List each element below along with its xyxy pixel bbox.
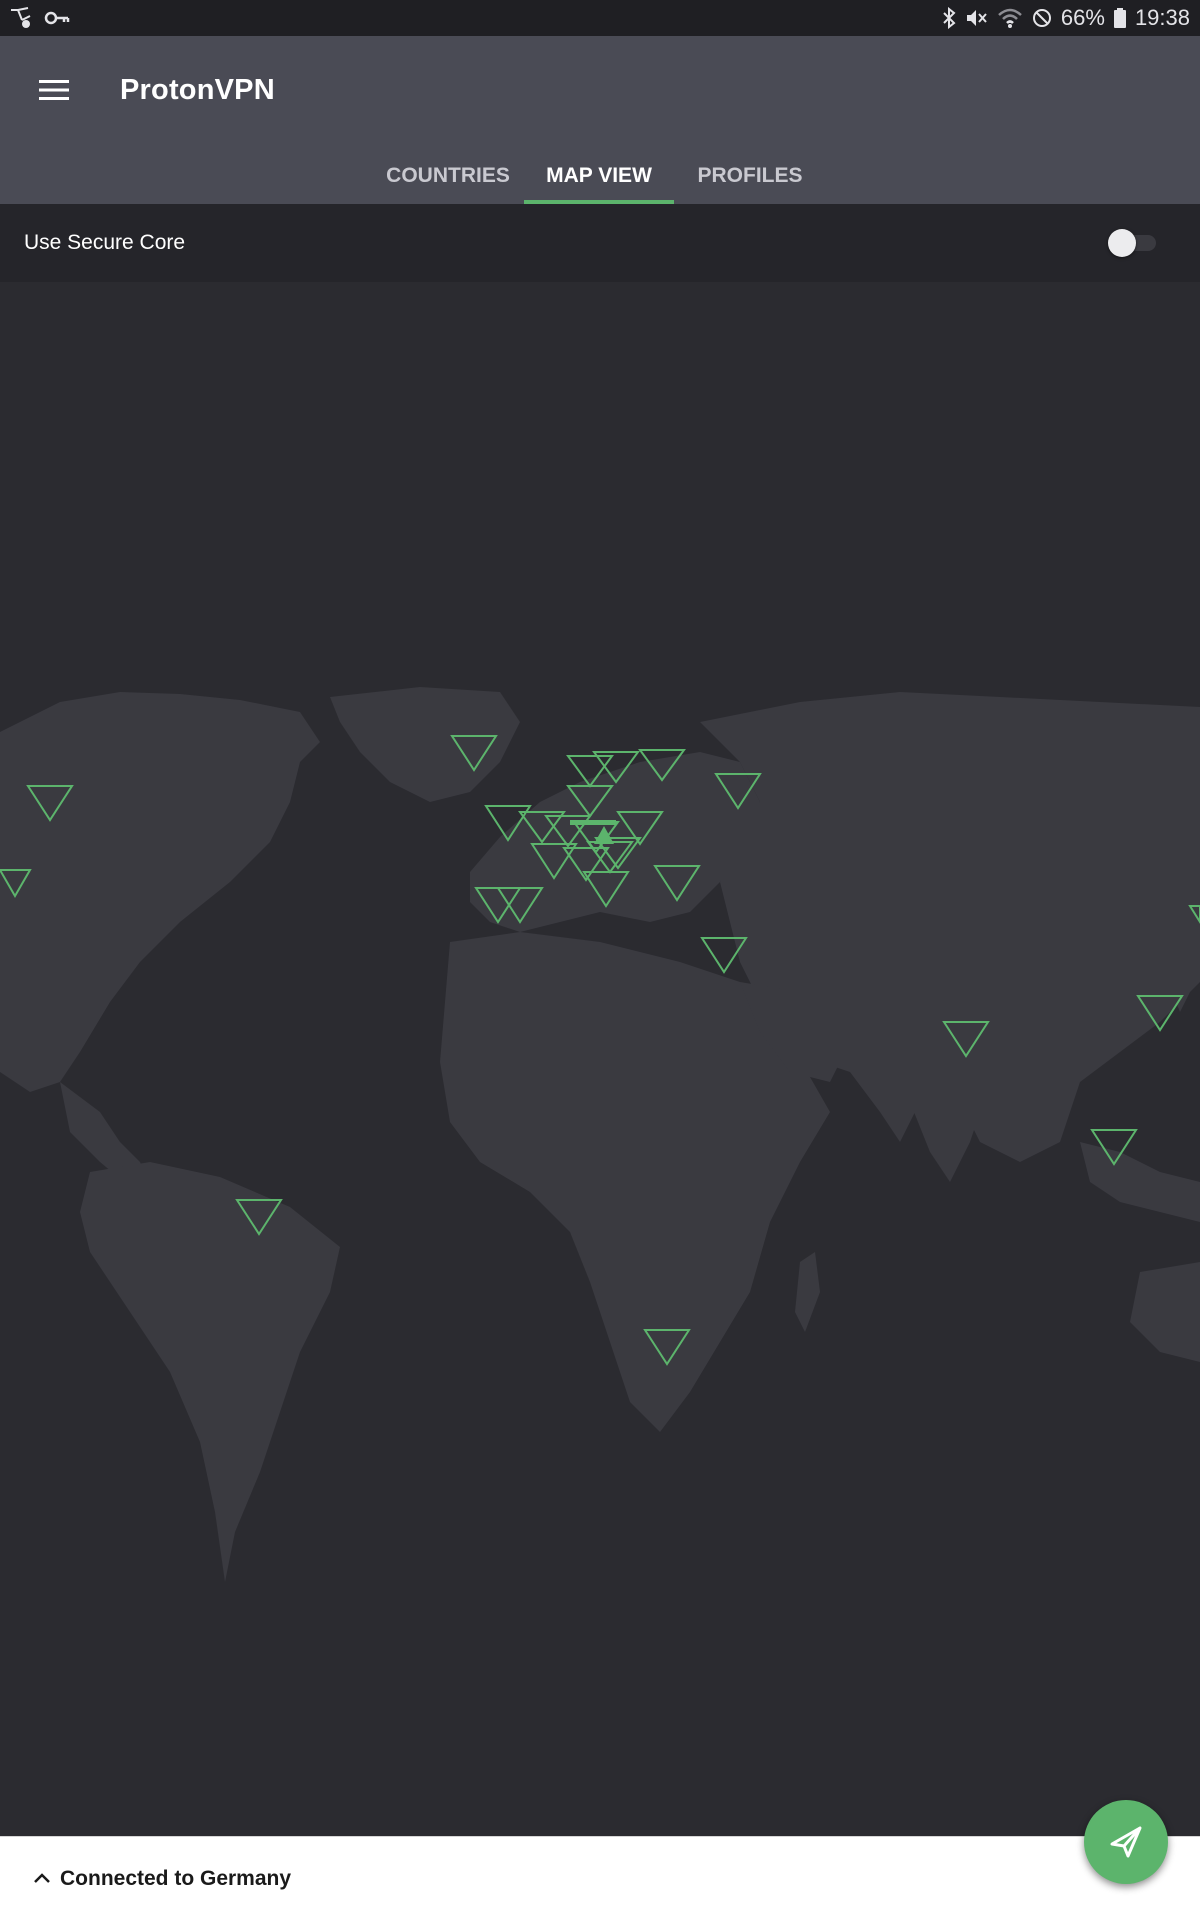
status-left-icons: [8, 4, 70, 32]
world-map[interactable]: [0, 282, 1200, 1836]
bluetooth-icon: [943, 7, 956, 29]
status-right-icons: 66% 19:38: [941, 4, 1190, 32]
world-map-canvas: [0, 687, 1200, 1582]
key-icon: [44, 11, 70, 25]
tab-profiles[interactable]: PROFILES: [680, 148, 820, 204]
tab-map-view[interactable]: MAP VIEW: [524, 148, 674, 204]
land-south-america: [80, 1162, 340, 1582]
connect-fab-button[interactable]: [1084, 1800, 1168, 1884]
secure-core-row: Use Secure Core: [0, 204, 1200, 283]
connect-arrow-icon: [1110, 1826, 1142, 1858]
land-southeast-asia: [1080, 1142, 1200, 1222]
app-bar: ProtonVPN COUNTRIES MAP VIEW PROFILES: [0, 36, 1200, 204]
tab-bar: COUNTRIES MAP VIEW PROFILES: [0, 148, 1200, 204]
status-bar: 66% 19:38: [0, 0, 1200, 36]
hamburger-menu-icon: [39, 80, 69, 100]
toggle-thumb: [1108, 229, 1136, 257]
secure-core-toggle[interactable]: [1108, 229, 1160, 257]
land-north-america: [0, 692, 320, 1092]
tab-countries[interactable]: COUNTRIES: [378, 148, 518, 204]
connection-bar[interactable]: Connected to Germany: [0, 1836, 1200, 1921]
battery-percentage: 66%: [1060, 5, 1105, 30]
status-time: 19:38: [1134, 5, 1190, 30]
connected-marker-bar: [570, 820, 616, 825]
vpn-route-icon: [11, 7, 31, 28]
land-australia: [1130, 1262, 1200, 1362]
battery-icon: [1113, 8, 1126, 28]
do-not-disturb-icon: [1032, 9, 1051, 27]
app-title: ProtonVPN: [120, 74, 275, 106]
menu-button[interactable]: [30, 66, 78, 114]
secure-core-label: Use Secure Core: [24, 231, 186, 254]
chevron-up-icon[interactable]: [30, 1867, 54, 1891]
mute-icon: [966, 10, 987, 26]
connection-status: Connected to Germany: [60, 1867, 292, 1890]
land-madagascar: [795, 1252, 820, 1332]
wifi-icon: [998, 8, 1022, 28]
